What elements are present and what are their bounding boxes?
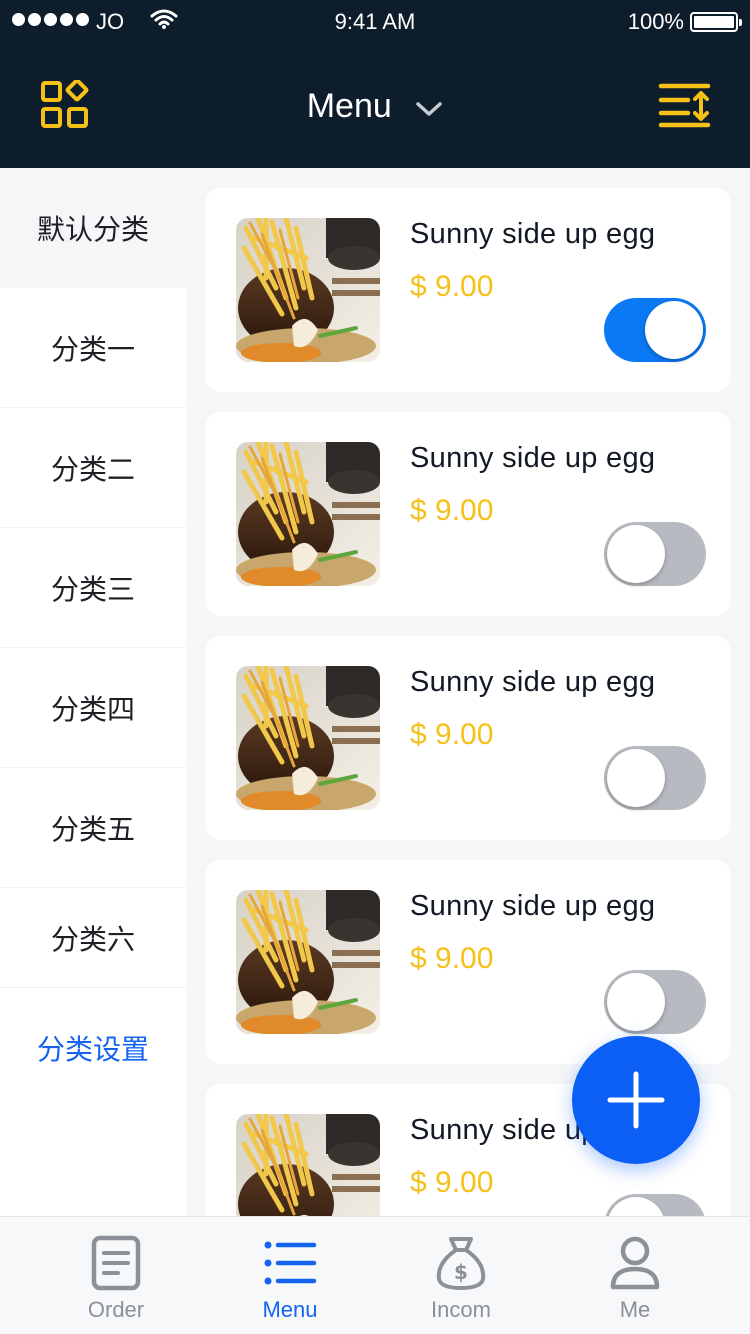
- dish-card[interactable]: Sunny side up egg $ 9.00: [206, 188, 730, 392]
- menu-title-dropdown[interactable]: Menu: [0, 85, 750, 126]
- category-sidebar: 默认分类 分类一 分类二 分类三 分类四 分类五 分类六 分类设置: [0, 168, 186, 1216]
- availability-toggle[interactable]: [604, 522, 706, 586]
- svg-text:$: $: [454, 1260, 468, 1284]
- app-header: JO 9:41 AM 100% Menu: [0, 0, 750, 168]
- sidebar-item-label: 分类三: [50, 573, 135, 605]
- sidebar-item-label: 分类一: [50, 333, 135, 365]
- availability-toggle[interactable]: [604, 298, 706, 362]
- dish-price: $ 9.00: [410, 942, 494, 975]
- dish-price: $ 9.00: [410, 270, 494, 303]
- list-icon: [262, 1235, 318, 1291]
- toggle-knob: [645, 301, 703, 359]
- tab-label: Me: [619, 1297, 651, 1322]
- status-bar: JO 9:41 AM 100%: [0, 0, 750, 44]
- category-settings-label: 分类设置: [36, 1034, 149, 1065]
- sidebar-item-category-6[interactable]: 分类六: [0, 888, 186, 988]
- dish-price: $ 9.00: [410, 718, 494, 751]
- document-icon: [88, 1235, 144, 1291]
- toggle-knob: [607, 525, 665, 583]
- dish-card[interactable]: Sunny side up egg $ 9.00: [206, 412, 730, 616]
- sidebar-item-category-5[interactable]: 分类五: [0, 768, 186, 888]
- category-settings-link[interactable]: 分类设置: [0, 988, 186, 1108]
- page-title: Menu: [306, 86, 392, 125]
- battery-icon: [690, 12, 742, 32]
- tab-label: Order: [87, 1297, 145, 1322]
- sidebar-item-category-4[interactable]: 分类四: [0, 648, 186, 768]
- dish-card[interactable]: Sunny side up egg $ 9.00: [206, 860, 730, 1064]
- dish-thumbnail: [236, 890, 380, 1034]
- availability-toggle[interactable]: [604, 746, 706, 810]
- dish-card[interactable]: Sunny side up egg $ 9.00: [206, 636, 730, 840]
- toggle-knob: [607, 749, 665, 807]
- dish-name: Sunny side up egg: [410, 890, 656, 922]
- sidebar-item-default[interactable]: 默认分类: [0, 168, 186, 288]
- sidebar-item-category-2[interactable]: 分类二: [0, 408, 186, 528]
- tab-label: Menu: [262, 1297, 318, 1322]
- dish-thumbnail: [236, 442, 380, 586]
- sidebar-item-label: 分类五: [50, 813, 135, 845]
- app-screen: JO 9:41 AM 100% Menu 默认分类 分类一 分类二 分类三 分类…: [0, 0, 750, 1334]
- plus-icon: [607, 1071, 665, 1129]
- battery-percent: 100%: [627, 9, 684, 34]
- sidebar-item-label: 分类二: [50, 453, 135, 485]
- dish-thumbnail: [236, 666, 380, 810]
- sidebar-item-label: 默认分类: [36, 214, 149, 245]
- sidebar-item-label: 分类六: [50, 923, 135, 955]
- tab-label: Incom: [431, 1297, 491, 1322]
- sidebar-item-label: 分类四: [50, 693, 135, 725]
- sidebar-item-category-1[interactable]: 分类一: [0, 288, 186, 408]
- add-dish-button[interactable]: [572, 1036, 700, 1164]
- person-icon: [607, 1235, 663, 1291]
- tab-menu[interactable]: Menu: [220, 1217, 360, 1334]
- bottom-tab-bar: Order Menu $ Incom Me: [0, 1216, 750, 1334]
- tab-me[interactable]: Me: [565, 1217, 705, 1334]
- availability-toggle[interactable]: [604, 970, 706, 1034]
- dish-name: Sunny side up egg: [410, 218, 656, 250]
- tab-income[interactable]: $ Incom: [391, 1217, 531, 1334]
- dish-thumbnail: [236, 218, 380, 362]
- tab-order[interactable]: Order: [46, 1217, 186, 1334]
- dish-name: Sunny side up egg: [410, 442, 656, 474]
- dish-price: $ 9.00: [410, 494, 494, 527]
- sort-button[interactable]: [658, 80, 714, 128]
- dish-price: $ 9.00: [410, 1166, 494, 1199]
- sidebar-item-category-3[interactable]: 分类三: [0, 528, 186, 648]
- money-bag-icon: $: [433, 1235, 489, 1291]
- chevron-down-icon: [415, 87, 443, 126]
- dish-name: Sunny side up egg: [410, 666, 656, 698]
- sort-icon: [658, 83, 711, 128]
- toggle-knob: [607, 973, 665, 1031]
